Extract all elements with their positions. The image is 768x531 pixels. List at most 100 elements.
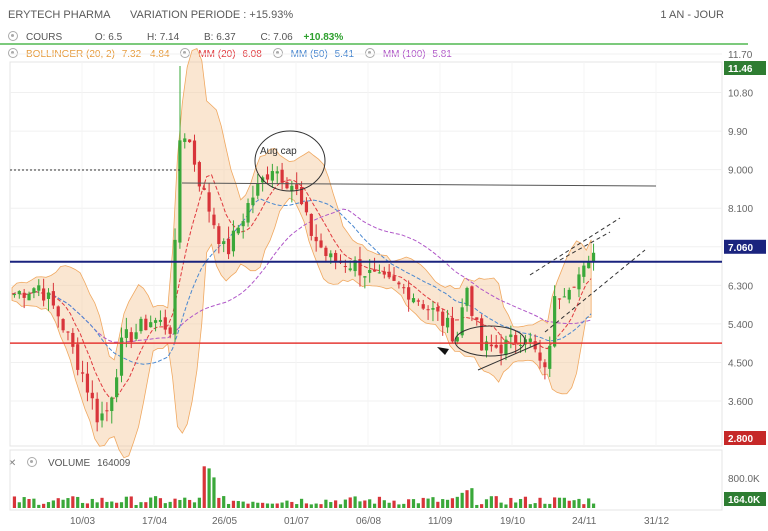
volume-bar (17, 502, 21, 508)
volume-bar (304, 503, 309, 508)
candle-body (124, 329, 128, 338)
volume-bar (484, 499, 489, 508)
candle-body (470, 286, 474, 316)
candle-body (270, 171, 274, 181)
candle-body (343, 266, 347, 268)
candle-body (76, 344, 80, 370)
candle-body (567, 289, 571, 300)
volume-bar (334, 500, 338, 508)
volume-bar (523, 496, 528, 508)
candle-body (372, 269, 377, 272)
volume-bar (416, 503, 420, 508)
y-tick-label: 11.70 (728, 50, 753, 61)
candle-body (56, 306, 60, 317)
volume-bar (353, 496, 357, 508)
y-tick-label: 5.400 (728, 320, 753, 331)
volume-bar (548, 503, 552, 508)
candle-body (587, 262, 591, 269)
candle-body (90, 392, 94, 399)
x-tick-label: 17/04 (142, 516, 167, 527)
volume-bar (168, 501, 172, 508)
volume-bar (514, 502, 518, 508)
candle-body (397, 282, 401, 285)
candle-body (407, 287, 411, 300)
y-tick-label: 8.100 (728, 204, 753, 215)
volume-bar (372, 503, 377, 508)
volume-bar (509, 497, 513, 508)
volume-bar (358, 501, 362, 508)
candle-body (494, 344, 498, 348)
volume-bar (299, 498, 304, 508)
candle-body (241, 221, 245, 227)
volume-bar (480, 504, 484, 508)
candle-body (290, 185, 294, 191)
candle-body (22, 292, 26, 298)
volume-bar (173, 498, 177, 508)
volume-bar (538, 497, 542, 508)
volume-bar (504, 504, 508, 508)
y-tick-label: 4.500 (728, 358, 753, 369)
y-tick-label: 3.600 (728, 397, 753, 408)
volume-bar (470, 488, 474, 508)
volume-bar (236, 501, 240, 508)
volume-bar (251, 501, 255, 508)
price-chart[interactable]: Aug cap 11.7010.809.909.0008.1007.2006.3… (0, 0, 768, 531)
volume-bar (37, 504, 41, 508)
candle-body (251, 197, 255, 206)
volume-bar (153, 496, 158, 508)
volume-bar (56, 498, 60, 508)
candle-body (426, 309, 430, 311)
volume-bar (22, 497, 26, 508)
candle-body (504, 339, 508, 356)
candle-body (392, 276, 396, 281)
volume-bar (528, 504, 532, 508)
candle-body (192, 140, 197, 165)
volume-bar (338, 504, 343, 508)
volume-bar (421, 497, 425, 508)
candle-body (149, 322, 153, 328)
candle-body (329, 253, 333, 258)
volume-bar (392, 500, 396, 508)
candle-body (12, 294, 17, 296)
volume-bar (499, 502, 503, 508)
volume-bar (246, 503, 250, 508)
candle-body (71, 332, 75, 347)
candle-body (572, 286, 576, 288)
volume-bar (290, 501, 294, 508)
candle-body (173, 239, 177, 335)
volume-bar (51, 500, 55, 508)
volume-bar (445, 499, 450, 508)
candle-body (256, 182, 260, 196)
volume-bar (212, 477, 216, 508)
candle-body (416, 300, 420, 302)
volume-bar (557, 497, 562, 508)
x-tick-label: 01/07 (284, 516, 309, 527)
volume-bar (188, 499, 192, 508)
volume-bar (377, 496, 382, 508)
candle-body (436, 306, 440, 312)
candle-body (411, 298, 416, 303)
volume-bar (348, 497, 352, 508)
volume-bar (178, 499, 182, 508)
volume-bar (207, 468, 211, 508)
candle-body (553, 296, 557, 347)
volume-bar (231, 500, 236, 508)
volume-bar (183, 497, 187, 508)
volume-bar (562, 497, 566, 508)
candle-body (158, 319, 163, 322)
volume-bar (363, 500, 367, 508)
candle-body (309, 213, 313, 236)
volume-bar (42, 503, 46, 508)
volume-bar (275, 503, 279, 508)
candle-body (207, 192, 211, 212)
volume-bar (382, 500, 386, 508)
volume-bar (110, 501, 114, 508)
candle-body (368, 269, 372, 273)
volume-bar (343, 499, 347, 508)
volume-bar (226, 503, 231, 508)
candle-body (61, 319, 65, 331)
candle-body (387, 271, 391, 278)
candle-body (431, 308, 435, 310)
candle-body (295, 184, 299, 190)
volume-bar (324, 499, 328, 508)
